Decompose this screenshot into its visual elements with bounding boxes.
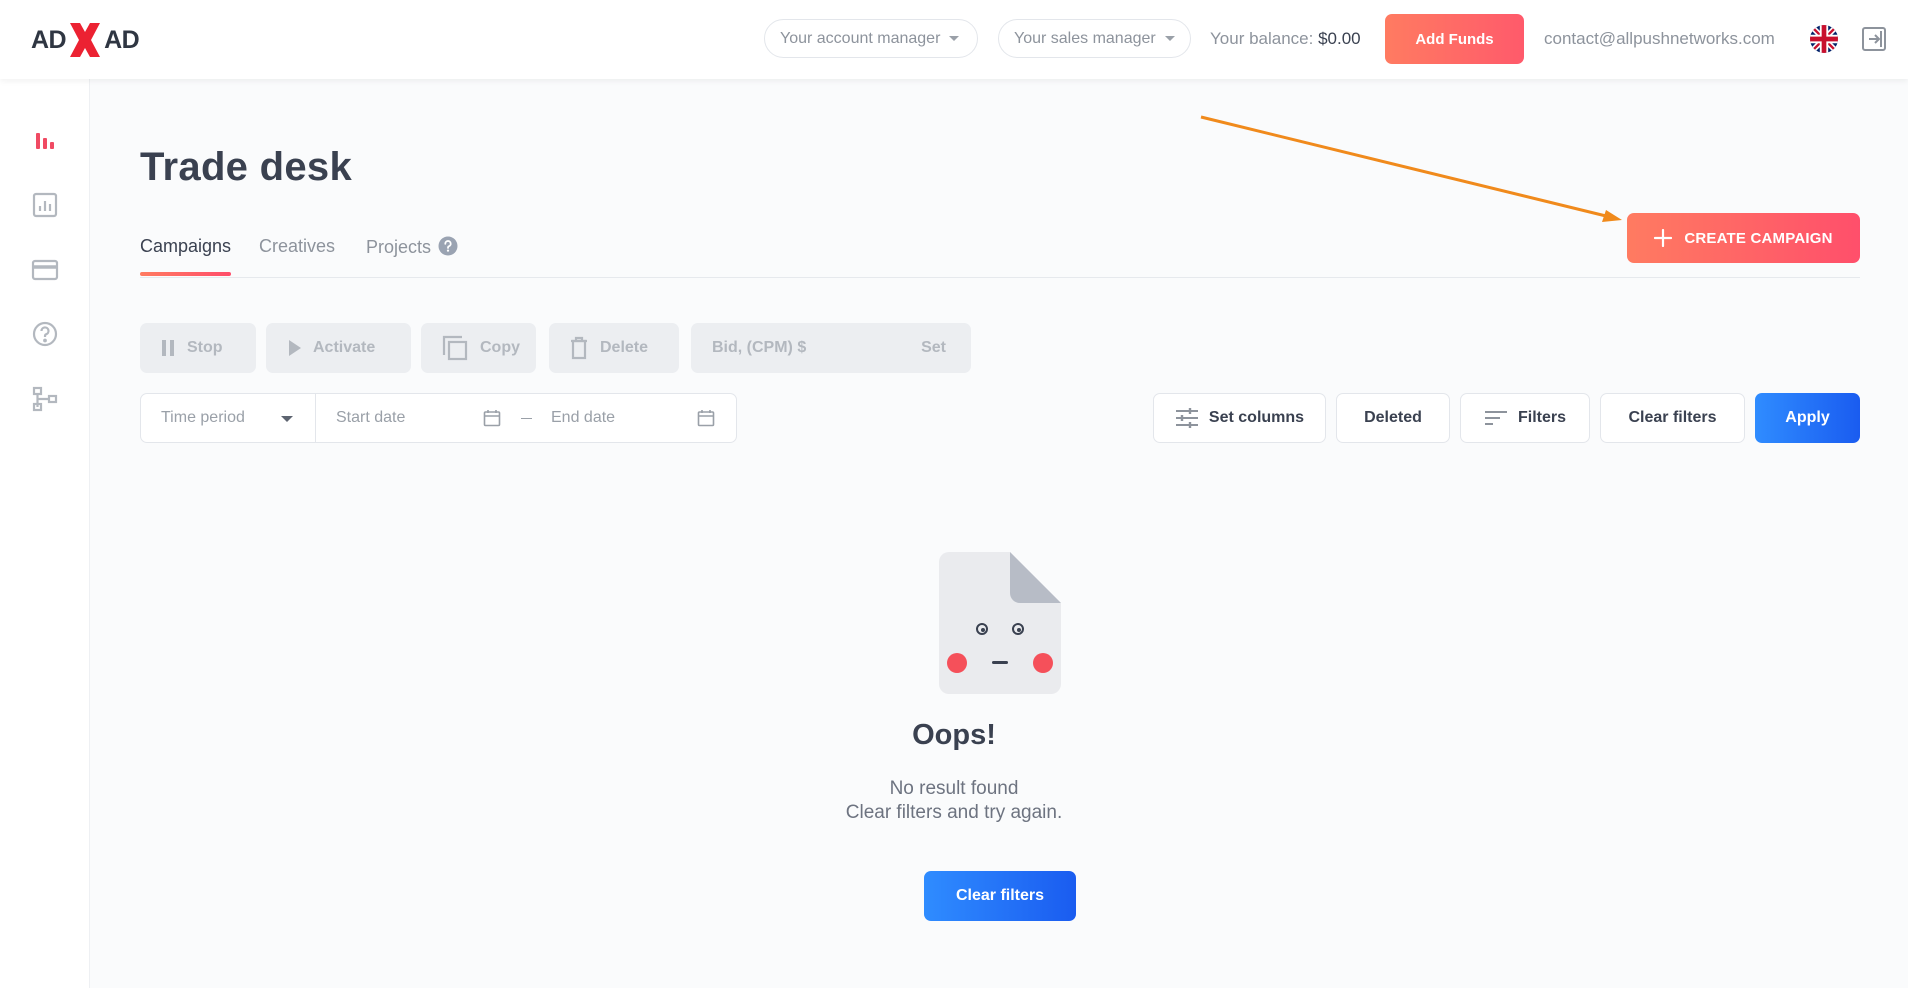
- logout-icon[interactable]: [1861, 26, 1887, 52]
- account-manager-label: Your account manager: [780, 29, 941, 47]
- time-period-select[interactable]: Time period: [161, 409, 245, 427]
- activate-label: Activate: [313, 339, 376, 356]
- divider: [315, 394, 316, 442]
- stop-button[interactable]: Stop: [140, 323, 256, 373]
- bid-cpm-field[interactable]: Bid, (CPM) $ Set: [691, 323, 971, 373]
- copy-button[interactable]: Copy: [421, 323, 536, 373]
- copy-icon: [442, 335, 468, 361]
- page-title: Trade desk: [140, 145, 353, 189]
- filter-lines-icon: [1484, 411, 1507, 425]
- calendar-icon[interactable]: [697, 409, 715, 427]
- plus-icon: [1654, 229, 1673, 247]
- date-separator: [521, 418, 532, 419]
- delete-button[interactable]: Delete: [549, 323, 679, 373]
- play-icon: [289, 340, 301, 356]
- tab-projects-label: Projects: [366, 237, 432, 257]
- balance-label: Your balance:: [1210, 29, 1314, 48]
- empty-state-title: Oops!: [912, 719, 996, 751]
- credit-card-icon[interactable]: [31, 256, 59, 284]
- logo-text-left: AD: [31, 25, 67, 54]
- empty-state-line2: Clear filters and try again.: [845, 802, 1063, 823]
- question-icon[interactable]: [438, 236, 458, 256]
- caret-down-icon[interactable]: [281, 416, 293, 422]
- help-circle-icon[interactable]: [31, 320, 59, 348]
- bar-chart-icon[interactable]: [31, 127, 59, 155]
- set-columns-button[interactable]: Set columns: [1153, 393, 1326, 443]
- filters-label: Filters: [1517, 409, 1566, 426]
- user-email[interactable]: contact@allpushnetworks.com: [1544, 29, 1775, 49]
- filters-button[interactable]: Filters: [1460, 393, 1590, 443]
- top-header: AD AD Your account manager Your sales ma…: [0, 0, 1908, 79]
- empty-document-illustration: [939, 552, 1061, 694]
- sliders-icon: [1175, 408, 1198, 428]
- date-range-filter: Time period Start date End date: [140, 393, 737, 443]
- logo-x-mark: [70, 23, 101, 57]
- create-campaign-label: CREATE CAMPAIGN: [1684, 229, 1833, 247]
- tab-campaigns[interactable]: Campaigns: [140, 236, 232, 278]
- end-date-input[interactable]: End date: [551, 409, 615, 427]
- empty-state-line1: No result found: [889, 778, 1019, 799]
- sidebar: [0, 79, 90, 988]
- delete-label: Delete: [600, 339, 649, 356]
- pause-icon: [162, 340, 174, 356]
- sales-manager-label: Your sales manager: [1014, 29, 1156, 47]
- deleted-button[interactable]: Deleted: [1336, 393, 1450, 443]
- clear-filters-button[interactable]: Clear filters: [1600, 393, 1745, 443]
- set-columns-label: Set columns: [1208, 409, 1305, 426]
- calendar-icon[interactable]: [483, 409, 501, 427]
- tab-creatives[interactable]: Creatives: [259, 236, 335, 278]
- account-manager-select[interactable]: Your account manager: [764, 19, 978, 58]
- sales-manager-select[interactable]: Your sales manager: [998, 19, 1191, 58]
- bid-placeholder: Bid, (CPM) $: [712, 339, 807, 356]
- trash-icon: [571, 336, 587, 360]
- tabs-divider: [140, 277, 1860, 278]
- activate-button[interactable]: Activate: [266, 323, 411, 373]
- copy-label: Copy: [480, 339, 520, 356]
- balance-amount: $0.00: [1318, 29, 1361, 48]
- stop-label: Stop: [187, 339, 223, 356]
- chevron-down-icon: [1164, 36, 1175, 41]
- sitemap-icon[interactable]: [31, 385, 59, 413]
- add-funds-button[interactable]: Add Funds: [1385, 14, 1524, 64]
- apply-button[interactable]: Apply: [1755, 393, 1860, 443]
- bid-set-button[interactable]: Set: [921, 339, 946, 357]
- uk-flag-icon[interactable]: [1810, 25, 1838, 53]
- adxad-logo[interactable]: AD AD: [31, 18, 140, 62]
- chevron-down-icon: [949, 36, 960, 41]
- balance: Your balance: $0.00: [1210, 29, 1361, 49]
- empty-state-clear-filters-button[interactable]: Clear filters: [924, 871, 1076, 921]
- start-date-input[interactable]: Start date: [336, 409, 405, 427]
- statistics-icon[interactable]: [31, 191, 59, 219]
- logo-text-right: AD: [104, 25, 140, 54]
- tab-projects[interactable]: Projects: [366, 236, 458, 278]
- create-campaign-button[interactable]: CREATE CAMPAIGN: [1627, 213, 1860, 263]
